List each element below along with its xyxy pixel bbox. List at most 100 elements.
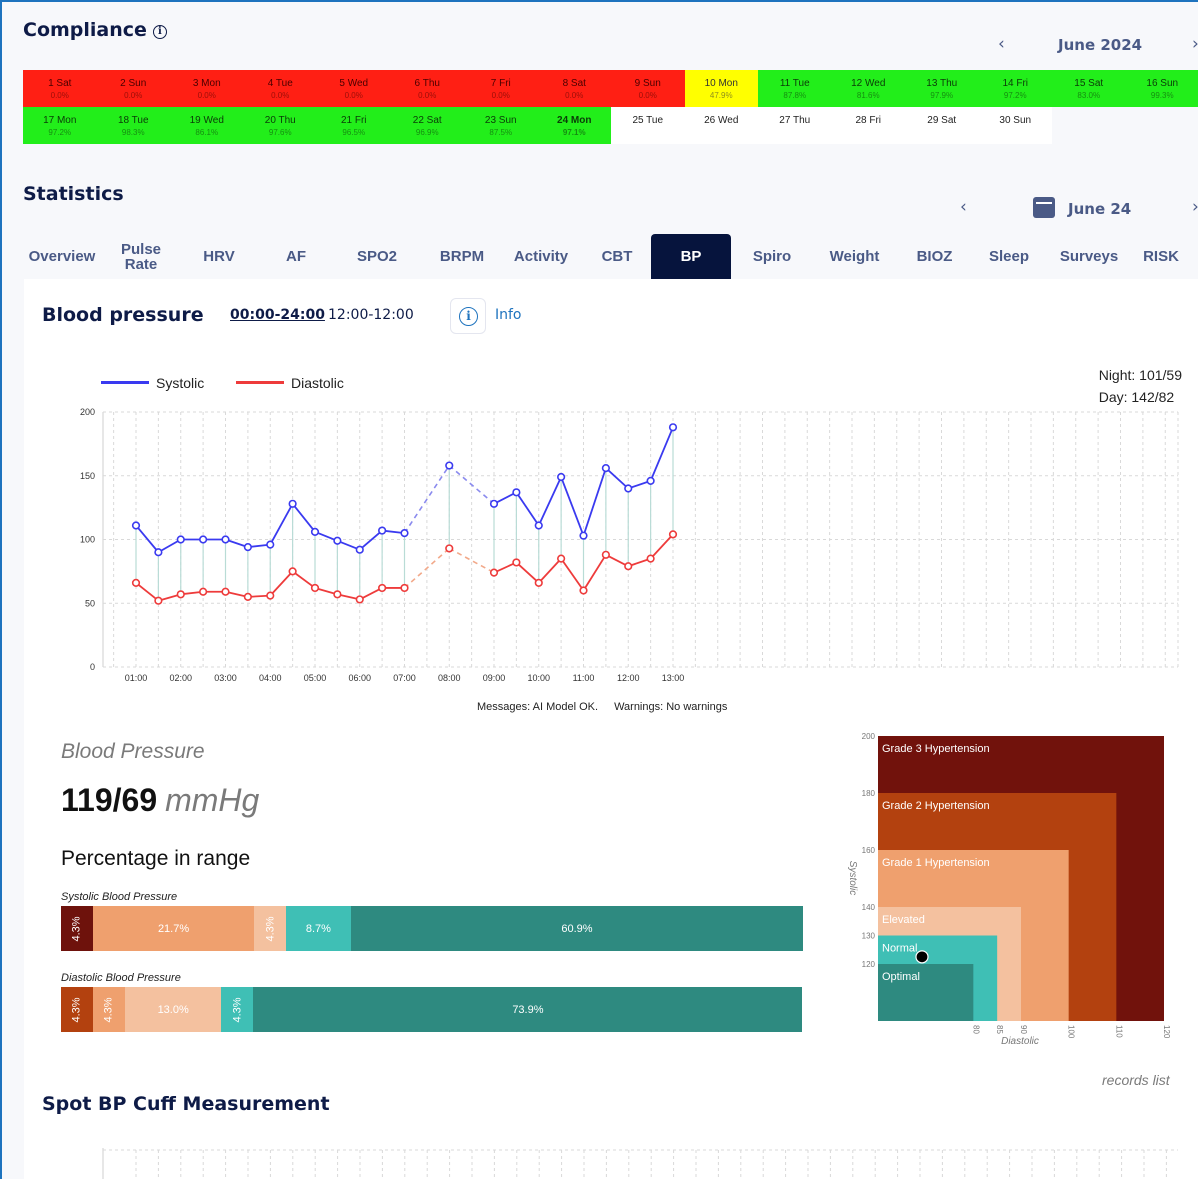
- tab-hrv[interactable]: HRV: [179, 234, 259, 279]
- point-systolic[interactable]: [400, 529, 409, 538]
- chevron-right-icon[interactable]: ›: [1192, 197, 1198, 217]
- calendar-day[interactable]: 17 Mon 97.2%: [23, 107, 97, 144]
- point-diastolic[interactable]: [176, 590, 185, 599]
- legend-diastolic[interactable]: Diastolic: [236, 375, 344, 391]
- point-systolic[interactable]: [243, 543, 252, 552]
- point-diastolic[interactable]: [646, 554, 655, 563]
- calendar-day[interactable]: 24 Mon 97.1%: [537, 107, 611, 144]
- point-diastolic[interactable]: [221, 587, 230, 596]
- calendar-day[interactable]: 4 Tue 0.0%: [243, 70, 317, 107]
- calendar-day[interactable]: 8 Sat 0.0%: [537, 70, 611, 107]
- calendar-day[interactable]: 12 Wed 81.6%: [831, 70, 905, 107]
- calendar-day[interactable]: 18 Tue 98.3%: [96, 107, 170, 144]
- tab-weight[interactable]: Weight: [813, 234, 896, 279]
- point-diastolic[interactable]: [534, 578, 543, 587]
- tab-spiro[interactable]: Spiro: [731, 234, 813, 279]
- point-systolic[interactable]: [579, 531, 588, 540]
- point-diastolic[interactable]: [668, 530, 678, 539]
- point-diastolic[interactable]: [131, 578, 141, 587]
- point-systolic[interactable]: [176, 535, 185, 544]
- current-bp-marker[interactable]: [915, 950, 929, 964]
- calendar-day[interactable]: 27 Thu: [758, 107, 832, 144]
- point-systolic[interactable]: [557, 472, 566, 482]
- point-systolic[interactable]: [310, 527, 320, 536]
- tab-bp[interactable]: BP: [651, 234, 731, 279]
- chevron-left-icon[interactable]: ‹: [998, 34, 1005, 54]
- calendar-day[interactable]: 7 Fri 0.0%: [464, 70, 538, 107]
- point-systolic[interactable]: [355, 545, 364, 554]
- calendar-day[interactable]: 10 Mon 47.9%: [684, 70, 758, 107]
- calendar-day[interactable]: 6 Thu 0.0%: [390, 70, 464, 107]
- records-list-link[interactable]: records list: [1102, 1072, 1170, 1088]
- point-diastolic[interactable]: [266, 591, 275, 600]
- calendar-day[interactable]: 22 Sat 96.9%: [390, 107, 464, 144]
- point-systolic[interactable]: [512, 488, 521, 497]
- calendar-day[interactable]: 21 Fri 96.5%: [317, 107, 391, 144]
- point-diastolic[interactable]: [154, 596, 163, 605]
- calendar-day[interactable]: 23 Sun 87.5%: [464, 107, 538, 144]
- tab-brpm[interactable]: BRPM: [425, 234, 499, 279]
- calendar-day[interactable]: 11 Tue 87.8%: [758, 70, 832, 107]
- point-diastolic[interactable]: [400, 583, 409, 593]
- point-diastolic[interactable]: [288, 567, 297, 576]
- calendar-day[interactable]: 15 Sat 83.0%: [1052, 70, 1126, 107]
- calendar-day[interactable]: 14 Fri 97.2%: [978, 70, 1052, 107]
- tab-pulse-rate[interactable]: Pulse Rate: [115, 234, 167, 279]
- point-systolic[interactable]: [154, 548, 163, 557]
- range-12h-link[interactable]: 12:00-12:00: [328, 307, 414, 323]
- point-diastolic[interactable]: [333, 590, 342, 599]
- calendar-day[interactable]: 13 Thu 97.9%: [905, 70, 979, 107]
- point-systolic[interactable]: [378, 526, 387, 535]
- point-diastolic[interactable]: [601, 550, 610, 559]
- legend-systolic[interactable]: Systolic: [101, 375, 204, 391]
- point-diastolic[interactable]: [355, 595, 364, 604]
- info-button[interactable]: i: [450, 298, 486, 334]
- calendar-day[interactable]: 9 Sun 0.0%: [611, 70, 685, 107]
- point-systolic[interactable]: [646, 476, 655, 485]
- point-systolic[interactable]: [534, 521, 543, 530]
- point-systolic[interactable]: [489, 499, 499, 508]
- point-systolic[interactable]: [131, 521, 141, 530]
- point-systolic[interactable]: [668, 423, 678, 432]
- point-diastolic[interactable]: [557, 554, 566, 563]
- point-diastolic[interactable]: [243, 592, 252, 601]
- point-diastolic[interactable]: [624, 562, 633, 571]
- calendar-day[interactable]: 16 Sun 99.3%: [1125, 70, 1198, 107]
- info-icon[interactable]: i: [152, 25, 167, 39]
- tab-sleep[interactable]: Sleep: [973, 234, 1045, 279]
- calendar-icon[interactable]: [1033, 197, 1055, 218]
- calendar-day[interactable]: 3 Mon 0.0%: [170, 70, 244, 107]
- point-diastolic[interactable]: [489, 568, 499, 577]
- calendar-day[interactable]: 26 Wed: [684, 107, 758, 144]
- point-systolic[interactable]: [601, 463, 610, 473]
- tab-surveys[interactable]: Surveys: [1045, 234, 1133, 279]
- chevron-right-icon[interactable]: ›: [1192, 34, 1198, 54]
- point-systolic[interactable]: [333, 536, 342, 545]
- calendar-day[interactable]: 5 Wed 0.0%: [317, 70, 391, 107]
- point-diastolic[interactable]: [512, 558, 521, 567]
- chevron-left-icon[interactable]: ‹: [960, 197, 967, 217]
- point-systolic[interactable]: [445, 461, 454, 470]
- point-systolic[interactable]: [624, 484, 633, 493]
- point-diastolic[interactable]: [199, 587, 208, 596]
- tab-af[interactable]: AF: [259, 234, 333, 279]
- calendar-day[interactable]: 1 Sat 0.0%: [23, 70, 97, 107]
- tab-risk[interactable]: RISK: [1133, 234, 1189, 279]
- calendar-day[interactable]: 2 Sun 0.0%: [96, 70, 170, 107]
- tab-activity[interactable]: Activity: [499, 234, 583, 279]
- point-systolic[interactable]: [199, 535, 208, 544]
- calendar-day[interactable]: 20 Thu 97.6%: [243, 107, 317, 144]
- info-label[interactable]: Info: [495, 307, 522, 323]
- point-diastolic[interactable]: [310, 583, 320, 593]
- point-systolic[interactable]: [288, 499, 297, 508]
- range-24h-link[interactable]: 00:00-24:00: [230, 307, 325, 323]
- point-diastolic[interactable]: [378, 583, 387, 593]
- point-systolic[interactable]: [266, 540, 275, 549]
- point-diastolic[interactable]: [579, 586, 588, 595]
- tab-overview[interactable]: Overview: [23, 234, 101, 279]
- tab-spo2[interactable]: SPO2: [333, 234, 421, 279]
- calendar-day[interactable]: 19 Wed 86.1%: [170, 107, 244, 144]
- point-systolic[interactable]: [221, 535, 230, 544]
- tab-bioz[interactable]: BIOZ: [896, 234, 973, 279]
- calendar-day[interactable]: 29 Sat: [905, 107, 979, 144]
